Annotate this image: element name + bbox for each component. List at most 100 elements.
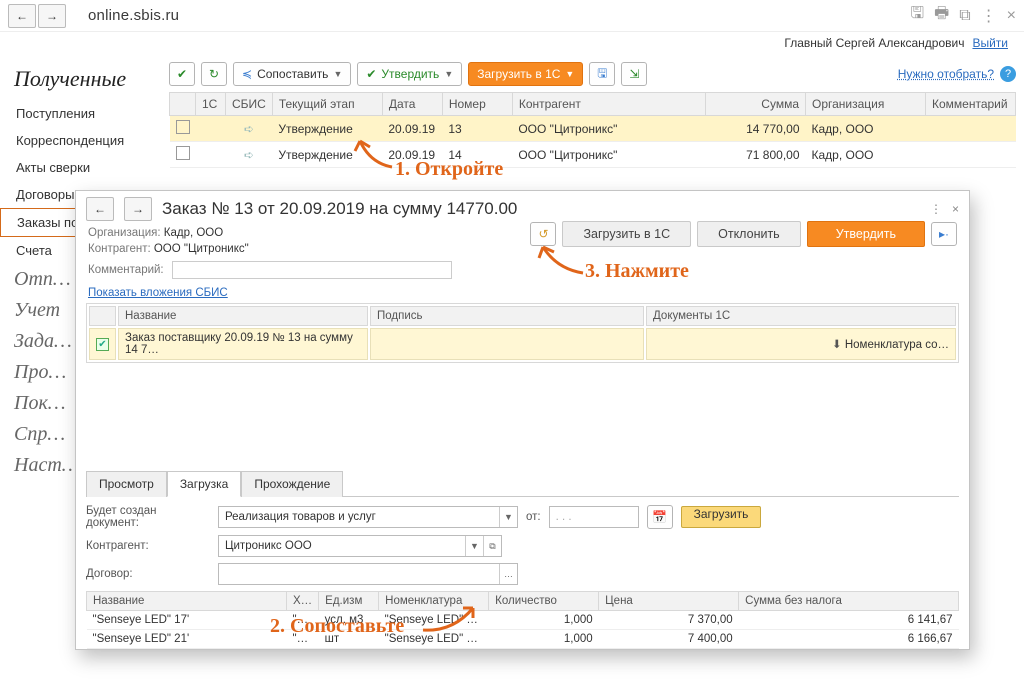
calendar-icon[interactable]: 📅 [647, 505, 673, 529]
forward-button[interactable]: → [38, 4, 66, 28]
cell-sum: 71 800,00 [706, 142, 806, 168]
contractor-select[interactable]: Цитроникс ООО ▼ ⧉ [218, 535, 502, 557]
col-comment[interactable]: Комментарий [926, 93, 1016, 116]
show-attachments-link[interactable]: Показать вложения СБИС [88, 287, 228, 299]
row-checkbox[interactable] [176, 120, 190, 134]
col-org[interactable]: Организация [806, 93, 926, 116]
load-1c-button[interactable]: Загрузить в 1С ▼ [468, 62, 583, 86]
col-qty[interactable]: Количество [489, 592, 599, 611]
col-name[interactable]: Название [87, 592, 287, 611]
doc-type-label: Будет создан документ: [86, 505, 210, 529]
current-user: Главный Сергей Александрович [784, 36, 964, 50]
tab-preview[interactable]: Просмотр [86, 471, 167, 497]
col-signature[interactable]: Подпись [370, 306, 644, 326]
tab-process[interactable]: Прохождение [241, 471, 343, 497]
cell-name: "Senseye LED" 17' [87, 611, 287, 630]
col-price[interactable]: Цена [599, 592, 739, 611]
chevron-down-icon: ▼ [444, 69, 453, 79]
cell-org: Кадр, ООО [806, 142, 926, 168]
select-all-button[interactable]: ✔ [169, 62, 195, 86]
cell-price: 7 400,00 [599, 630, 739, 649]
dialog-kebab-icon[interactable]: ⋮ [930, 202, 942, 216]
cell-stage: Утверждение [272, 142, 382, 168]
chevron-down-icon[interactable]: ▼ [465, 536, 483, 556]
dialog-close-icon[interactable]: × [952, 202, 959, 216]
dialog-approve-button[interactable]: Утвердить [807, 221, 925, 247]
dialog-load-1c-button[interactable]: Загрузить в 1С [562, 221, 691, 247]
dialog-reject-button[interactable]: Отклонить [697, 221, 801, 247]
kebab-icon[interactable]: ⋮ [981, 6, 997, 26]
cell-price: 7 370,00 [599, 611, 739, 630]
row-checkbox[interactable] [176, 146, 190, 160]
match-label: Сопоставить [257, 67, 328, 81]
col-docs1c[interactable]: Документы 1С [646, 306, 956, 326]
row-checkbox[interactable]: ✔ [96, 338, 109, 351]
col-sbis[interactable]: СБИС [226, 93, 273, 116]
match-button[interactable]: ≼ Сопоставить ▼ [233, 62, 351, 86]
cell-sum: 6 141,67 [739, 611, 959, 630]
close-icon[interactable]: × [1007, 7, 1016, 25]
table-row[interactable]: ➪ Утверждение 20.09.19 14 ООО "Цитроникс… [170, 142, 1016, 168]
dialog-next-button[interactable]: ▸· [931, 222, 957, 246]
sidebar-item-correspondence[interactable]: Корреспонденция [0, 127, 165, 154]
logout-link[interactable]: Выйти [972, 36, 1008, 50]
col-contractor[interactable]: Контрагент [512, 93, 705, 116]
approve-button[interactable]: ✔ Утвердить ▼ [357, 62, 462, 86]
cell-contractor: ООО "Цитроникс" [512, 142, 705, 168]
dialog-forward-button[interactable]: → [124, 197, 152, 221]
org-value: Кадр, ООО [164, 227, 223, 239]
agreement-select[interactable]: … [218, 563, 518, 585]
dialog-refresh-button[interactable]: ↺ [530, 222, 556, 246]
print-icon[interactable]: 🖶 [934, 2, 949, 29]
cell-contractor: ООО "Цитроникс" [512, 116, 705, 142]
back-button[interactable]: ← [8, 4, 36, 28]
col-stage[interactable]: Текущий этап [272, 93, 382, 116]
more-icon[interactable]: … [499, 564, 517, 584]
help-icon[interactable]: ? [1000, 66, 1016, 82]
save-icon[interactable]: 🖫 [910, 2, 924, 29]
filter-link[interactable]: Нужно отобрать? [898, 67, 994, 81]
refresh-button[interactable]: ↻ [201, 62, 227, 86]
table-row[interactable]: "Senseye LED" 21' "… шт "Senseye LED" … … [87, 630, 959, 649]
dialog-back-button[interactable]: ← [86, 197, 114, 221]
col-1c[interactable]: 1С [196, 93, 226, 116]
col-sum[interactable]: Сумма [706, 93, 806, 116]
export-button[interactable]: ⇲ [621, 62, 647, 86]
cell-nomen: "Senseye LED" … [379, 611, 489, 630]
sidebar-title: Полученные [0, 62, 165, 100]
col-unit[interactable]: Ед.изм [319, 592, 379, 611]
date-input[interactable]: . . . [549, 506, 639, 528]
approve-label: Утвердить [381, 67, 439, 81]
tab-load[interactable]: Загрузка [167, 471, 242, 497]
address-bar: online.sbis.ru [88, 7, 179, 24]
open-icon[interactable]: ⧉ [483, 536, 501, 556]
copy-icon[interactable]: ⧉ [959, 7, 970, 25]
sidebar-item-incoming[interactable]: Поступления [0, 100, 165, 127]
cell-qty: 1,000 [489, 630, 599, 649]
col-nomen[interactable]: Номенклатура [379, 592, 489, 611]
col-num[interactable]: Номер [442, 93, 512, 116]
col-date[interactable]: Дата [382, 93, 442, 116]
col-sum[interactable]: Сумма без налога [739, 592, 959, 611]
order-dialog: ← → Заказ № 13 от 20.09.2019 на сумму 14… [75, 190, 970, 650]
table-row[interactable]: ✔ Заказ поставщику 20.09.19 № 13 на сумм… [89, 328, 956, 360]
col-name[interactable]: Название [118, 306, 368, 326]
chevron-down-icon[interactable]: ▼ [499, 507, 517, 527]
cell-org: Кадр, ООО [806, 116, 926, 142]
doc-type-select[interactable]: Реализация товаров и услуг ▼ [218, 506, 518, 528]
cell-unit: усл. м3 [319, 611, 379, 630]
cell-nomen: Номенклатура со… [845, 339, 949, 351]
save-disk-button[interactable]: 🖫 [589, 62, 615, 86]
cell-name: Заказ поставщику 20.09.19 № 13 на сумму … [118, 328, 368, 360]
cell-stage: Утверждение [272, 116, 382, 142]
table-row[interactable]: ➪ Утверждение 20.09.19 13 ООО "Цитроникс… [170, 116, 1016, 142]
dialog-title: Заказ № 13 от 20.09.2019 на сумму 14770.… [162, 199, 517, 219]
contractor-label: Контрагент: [88, 243, 151, 255]
comment-input[interactable] [172, 261, 452, 279]
load-button[interactable]: Загрузить [681, 506, 762, 528]
table-row[interactable]: "Senseye LED" 17' "… усл. м3 "Senseye LE… [87, 611, 959, 630]
chevron-down-icon: ▼ [565, 69, 574, 79]
col-x[interactable]: Х… [287, 592, 319, 611]
sidebar-item-acts[interactable]: Акты сверки [0, 154, 165, 181]
form-contractor-label: Контрагент: [86, 540, 210, 552]
